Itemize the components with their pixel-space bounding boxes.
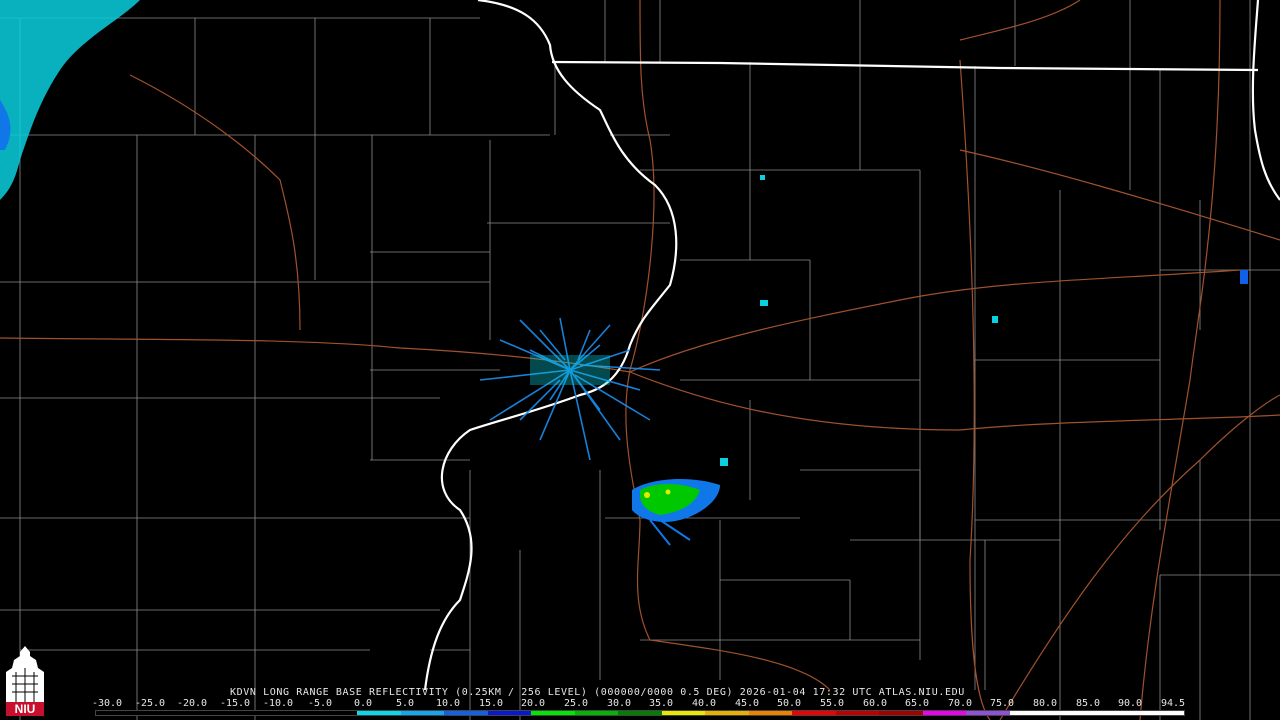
colorbar-swatch	[661, 711, 706, 715]
colorbar-tick: 5.0	[395, 698, 415, 709]
colorbar-tick: -20.0	[176, 698, 208, 709]
niu-logo: NIU	[6, 646, 44, 716]
colorbar-tick: 25.0	[563, 698, 589, 709]
colorbar-tick: 55.0	[819, 698, 845, 709]
colorbar-tick: 94.5	[1160, 698, 1186, 709]
colorbar-tick: 80.0	[1032, 698, 1058, 709]
colorbar-swatch	[270, 711, 314, 715]
colorbar-swatch	[531, 711, 575, 715]
reflectivity-colorbar	[95, 710, 1185, 716]
colorbar-tick: 85.0	[1075, 698, 1101, 709]
lake-shore-border	[1251, 0, 1280, 201]
mississippi-river-border	[423, 0, 678, 691]
colorbar-tick: 75.0	[989, 698, 1015, 709]
colorbar-swatch	[139, 711, 184, 715]
wi-il-border	[551, 60, 1259, 72]
echo-band-northwest	[0, 0, 140, 200]
niu-logo-text: NIU	[15, 702, 36, 716]
colorbar-swatch	[487, 711, 532, 715]
colorbar-tick: 35.0	[648, 698, 674, 709]
colorbar-swatch	[879, 711, 923, 715]
colorbar-tick: -5.0	[307, 698, 333, 709]
colorbar-swatch	[966, 711, 1010, 715]
colorbar-tick: 20.0	[520, 698, 546, 709]
colorbar-swatch	[357, 711, 401, 715]
colorbar-swatch	[835, 711, 880, 715]
colorbar-swatch	[792, 711, 836, 715]
colorbar-swatch	[183, 711, 227, 715]
colorbar-swatch	[1009, 711, 1054, 715]
colorbar-tick: -10.0	[262, 698, 294, 709]
colorbar-swatch	[1096, 711, 1141, 715]
colorbar-swatch	[444, 711, 488, 715]
colorbar-swatch	[400, 711, 445, 715]
colorbar-tick: -30.0	[91, 698, 123, 709]
storm-cell	[632, 478, 720, 546]
colorbar-tick: 0.0	[353, 698, 373, 709]
colorbar-tick: 50.0	[776, 698, 802, 709]
colorbar-swatch	[226, 711, 271, 715]
colorbar-swatch	[574, 711, 619, 715]
colorbar-tick: 30.0	[606, 698, 632, 709]
colorbar-tick: 90.0	[1117, 698, 1143, 709]
colorbar-ticks: -30.0 -25.0 -20.0 -15.0 -10.0 -5.0 0.0 5.0 10.0 1…	[91, 698, 1186, 709]
colorbar-tick: 70.0	[947, 698, 973, 709]
colorbar-tick: 60.0	[862, 698, 888, 709]
colorbar-tick: 65.0	[904, 698, 930, 709]
colorbar-swatch	[1053, 711, 1097, 715]
colorbar-tick: 40.0	[691, 698, 717, 709]
product-caption: KDVN LONG RANGE BASE REFLECTIVITY (0.25K…	[230, 687, 965, 698]
radar-map	[0, 0, 1280, 720]
colorbar-swatch	[922, 711, 967, 715]
radar-echoes	[0, 0, 1248, 546]
colorbar-swatch	[748, 711, 793, 715]
colorbar-tick: -15.0	[219, 698, 251, 709]
colorbar-tick: 15.0	[478, 698, 504, 709]
colorbar-tick: -25.0	[134, 698, 166, 709]
colorbar-tick: 45.0	[734, 698, 760, 709]
colorbar-swatch	[96, 711, 140, 715]
colorbar-swatch	[618, 711, 662, 715]
colorbar-swatch	[705, 711, 749, 715]
colorbar-tick: 10.0	[435, 698, 461, 709]
colorbar-swatch	[1140, 711, 1184, 715]
colorbar-swatch	[313, 711, 358, 715]
